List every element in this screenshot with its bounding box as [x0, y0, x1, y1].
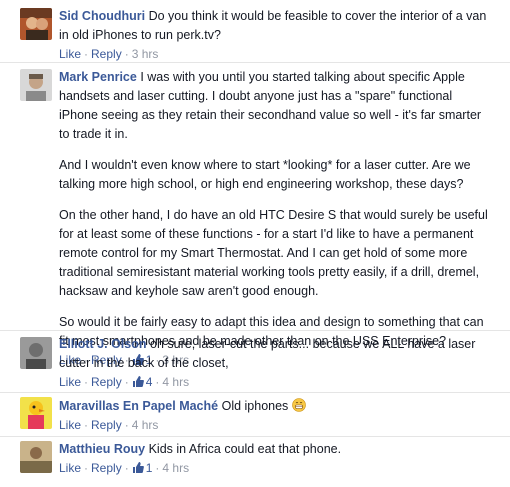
comment-body: Old iphones	[221, 399, 289, 413]
reply-button[interactable]: Reply	[91, 47, 122, 61]
comment: Matthieu Rouy Kids in Africa could eat t…	[0, 436, 510, 487]
avatar[interactable]	[20, 441, 52, 473]
comment-text: Matthieu Rouy Kids in Africa could eat t…	[59, 440, 492, 459]
like-button[interactable]: Like	[59, 418, 81, 432]
author-name[interactable]: Matthieu Rouy	[59, 442, 145, 456]
grinning-emoji-icon	[291, 398, 306, 412]
comment: Sid Choudhuri Do you think it would be f…	[0, 0, 510, 62]
comment: Maravillas En Papel Maché Old iphones Li…	[0, 392, 510, 437]
author-name[interactable]: Elliott J. Olson	[59, 337, 147, 351]
timestamp[interactable]: 4 hrs	[162, 375, 189, 389]
author-name[interactable]: Maravillas En Papel Maché	[59, 399, 218, 413]
timestamp[interactable]: 4 hrs	[162, 461, 189, 475]
comment-text: Maravillas En Papel Maché Old iphones	[59, 397, 492, 416]
comment-text: Sid Choudhuri Do you think it would be f…	[59, 7, 492, 45]
comment-text: Elliott J. Olson oh sure, laser-cut the …	[59, 335, 492, 373]
avatar[interactable]	[20, 69, 52, 101]
timestamp[interactable]: 3 hrs	[132, 47, 159, 61]
thumbs-up-icon	[132, 462, 144, 473]
like-button[interactable]: Like	[59, 47, 81, 61]
like-button[interactable]: Like	[59, 375, 81, 389]
thumbs-up-icon	[132, 376, 144, 387]
comment-paragraph: On the other hand, I do have an old HTC …	[59, 208, 488, 298]
author-name[interactable]: Mark Penrice	[59, 70, 137, 84]
comment-body: Kids in Africa could eat that phone.	[148, 442, 342, 456]
comment-text: Mark Penrice I was with you until you st…	[59, 68, 492, 351]
timestamp[interactable]: 4 hrs	[132, 418, 159, 432]
comment: Mark Penrice I was with you until you st…	[0, 62, 510, 367]
author-name[interactable]: Sid Choudhuri	[59, 9, 145, 23]
avatar[interactable]	[20, 397, 52, 429]
comment: Elliott J. Olson oh sure, laser-cut the …	[0, 330, 510, 393]
comment-actions: Like · Reply · 4 hrs	[59, 418, 159, 432]
like-button[interactable]: Like	[59, 461, 81, 475]
reply-button[interactable]: Reply	[91, 461, 122, 475]
comment-paragraph: And I wouldn't even know where to start …	[59, 158, 471, 191]
comment-actions: Like · Reply · 4 · 4 hrs	[59, 375, 190, 389]
avatar[interactable]	[20, 8, 52, 40]
comment-actions: Like · Reply · 1 · 4 hrs	[59, 461, 190, 475]
like-count[interactable]: 1	[132, 461, 152, 475]
reply-button[interactable]: Reply	[91, 375, 122, 389]
like-count[interactable]: 4	[132, 375, 152, 389]
avatar[interactable]	[20, 337, 52, 369]
comment-actions: Like · Reply · 3 hrs	[59, 47, 159, 61]
reply-button[interactable]: Reply	[91, 418, 122, 432]
